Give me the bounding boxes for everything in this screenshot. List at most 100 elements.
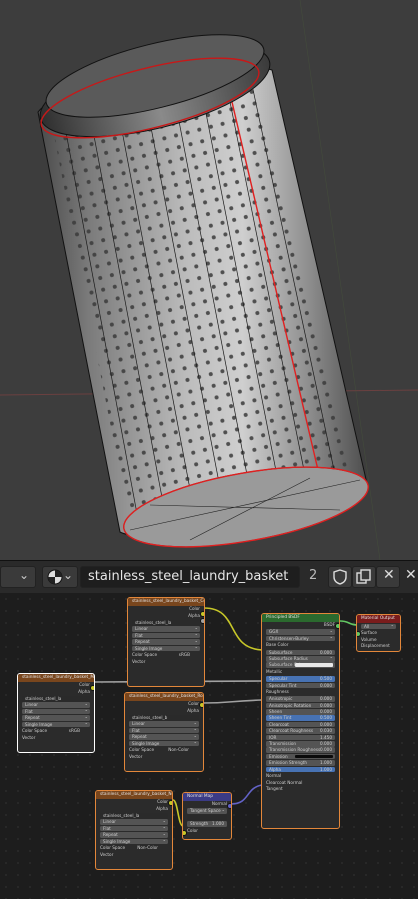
field-sheen-tint[interactable]: Sheen Tint 0.500 [266, 715, 335, 722]
extension-dropdown[interactable]: Repeat [132, 639, 200, 645]
node-header[interactable]: stainless_steel_laundry_basket_Metal.jpg [18, 674, 94, 682]
material-output-node[interactable]: Material Output All Surface Volume Displ… [356, 614, 401, 652]
socket-bsdf-out[interactable] [335, 623, 339, 629]
input-vector: Vector [129, 753, 143, 759]
image-selector[interactable]: stainless_steel_la [132, 619, 200, 626]
material-sphere-icon [47, 569, 63, 585]
material-slot-dropdown[interactable]: ⌄ [42, 566, 78, 588]
target-dropdown[interactable]: All [361, 623, 396, 630]
input-normal: Normal [266, 772, 282, 778]
material-name: stainless_steel_laundry_basket [88, 569, 289, 584]
fake-user-button[interactable] [328, 566, 352, 588]
input-metallic: Metallic [266, 668, 283, 674]
3d-viewport[interactable] [0, 0, 418, 560]
socket-color-out[interactable] [168, 800, 172, 806]
output-color: Color [79, 682, 90, 687]
colorspace-row[interactable]: Color Space sRGB [18, 728, 94, 735]
extension-dropdown[interactable]: Repeat [22, 715, 90, 721]
socket-alpha-out[interactable] [200, 618, 204, 624]
projection-dropdown[interactable]: Flat [100, 825, 168, 832]
source-dropdown[interactable]: Single Image [22, 721, 90, 728]
input-roughness: Roughness [266, 688, 289, 694]
projection-dropdown[interactable]: Flat [22, 708, 90, 715]
node-header[interactable]: Normal Map [183, 793, 231, 801]
field-clearcoat[interactable]: Clearcoat 0.000 [266, 721, 335, 728]
input-base-color: Base Color [266, 642, 289, 648]
image-texture-node-rough[interactable]: stainless_steel_laundry_basket_Rough.jpg… [124, 692, 204, 772]
field-clearcoat-roughness[interactable]: Clearcoat Roughness 0.030 [266, 728, 335, 734]
source-dropdown[interactable]: Single Image [100, 838, 168, 845]
node-editor-header: ⌄ ⌄ stainless_steel_laundry_basket 2 ✕ ✕ [0, 560, 418, 594]
image-texture-node-normal[interactable]: stainless_steel_laundry_basket_Normal.jp… [95, 790, 173, 870]
image-texture-node-color[interactable]: stainless_steel_laundry_basket_Co.jpg Co… [127, 597, 205, 687]
uv-map-selector[interactable] [187, 814, 227, 821]
node-header[interactable]: Material Output [357, 615, 400, 623]
image-selector[interactable]: stainless_steel_la [22, 695, 90, 702]
input-vector: Vector [22, 734, 36, 740]
extension-dropdown[interactable]: Repeat [129, 734, 199, 740]
field-ior[interactable]: IOR 1.450 [266, 734, 335, 741]
projection-dropdown[interactable]: Flat [132, 632, 200, 639]
interpolation-dropdown[interactable]: Linear [22, 702, 90, 708]
colorspace-row[interactable]: Color Space sRGB [128, 652, 204, 659]
output-normal: Normal [211, 801, 227, 806]
field-anisotropic[interactable]: Anisotropic 0.000 [266, 696, 335, 702]
pin-icon[interactable]: ✕ [405, 567, 417, 583]
strength-field[interactable]: Strength 1.000 [187, 821, 227, 827]
source-dropdown[interactable]: Single Image [129, 740, 199, 747]
socket-color-in[interactable] [183, 830, 187, 836]
interpolation-dropdown[interactable]: Linear [132, 626, 200, 632]
output-bsdf: BSDF [323, 622, 335, 627]
field-specular[interactable]: Specular 0.500 [266, 676, 335, 682]
field-subsurface-col[interactable]: Subsurface Col [266, 662, 335, 668]
source-dropdown[interactable]: Single Image [132, 645, 200, 652]
user-count: 2 [309, 568, 318, 583]
input-vector: Vector [100, 851, 114, 857]
unlink-material-button[interactable]: ✕ [376, 566, 400, 588]
field-subsurface[interactable]: Subsurface 0.000 [266, 649, 335, 656]
subsurface-method-dropdown[interactable]: Christensen-Burley [266, 635, 335, 642]
image-selector[interactable]: stainless_steel_la [100, 812, 168, 819]
link-rough-roughness [202, 699, 263, 704]
colorspace-row[interactable]: Color Space Non-Color [96, 845, 172, 852]
field-subsurface-radius[interactable]: Subsurface Radius [266, 655, 335, 662]
image-selector[interactable]: stainless_steel_b [129, 714, 199, 721]
field-anisotropic-rotation[interactable]: Anisotropic Rotation 0.000 [266, 702, 335, 709]
field-alpha[interactable]: Alpha 1.000 [266, 766, 335, 773]
user-count-button[interactable]: 2 [302, 566, 326, 588]
field-emission-strength[interactable]: Emission Strength 1.000 [266, 760, 335, 766]
shader-node-editor[interactable]: stainless_steel_laundry_basket_Co.jpg Co… [0, 593, 418, 899]
socket-color-out[interactable] [199, 702, 203, 708]
extension-dropdown[interactable]: Repeat [100, 832, 168, 838]
socket-normal-out[interactable] [227, 803, 231, 809]
interpolation-dropdown[interactable]: Linear [100, 819, 168, 825]
space-dropdown[interactable]: Tangent Space [187, 808, 227, 814]
color-swatch[interactable] [295, 663, 333, 667]
node-header[interactable]: stainless_steel_laundry_basket_Rough.jpg [125, 693, 203, 701]
principled-bsdf-node[interactable]: Principled BSDF BSDF GGX Christensen-Bur… [261, 613, 340, 829]
field-transmission[interactable]: Transmission 0.000 [266, 741, 335, 747]
image-texture-node-metal[interactable]: stainless_steel_laundry_basket_Metal.jpg… [17, 673, 95, 753]
projection-dropdown[interactable]: Flat [129, 727, 199, 734]
input-clearcoat-normal: Clearcoat Normal [266, 779, 303, 785]
interpolation-dropdown[interactable]: Linear [129, 721, 199, 727]
field-sheen[interactable]: Sheen 0.000 [266, 709, 335, 715]
material-name-field[interactable]: stainless_steel_laundry_basket [80, 566, 300, 588]
color-swatch[interactable] [295, 754, 333, 759]
distribution-dropdown[interactable]: GGX [266, 629, 335, 635]
input-surface: Surface [361, 630, 377, 636]
editor-type-dropdown[interactable]: ⌄ [0, 566, 36, 588]
socket-color-out[interactable] [90, 685, 94, 691]
node-header[interactable]: Principled BSDF [262, 614, 339, 622]
socket-color-out[interactable] [200, 611, 204, 617]
colorspace-row[interactable]: Color Space Non-Color [125, 747, 203, 754]
normal-map-node[interactable]: Normal Map Normal Tangent Space Strength… [182, 792, 232, 840]
node-header[interactable]: stainless_steel_laundry_basket_Co.jpg [128, 598, 204, 606]
field-specular-tint[interactable]: Specular Tint 0.000 [266, 682, 335, 689]
duplicate-material-button[interactable] [352, 566, 376, 588]
output-alpha: Alpha [156, 805, 168, 811]
node-header[interactable]: stainless_steel_laundry_basket_Normal.jp… [96, 791, 172, 799]
field-transmission-roughness[interactable]: Transmission Roughness 0.000 [266, 747, 335, 754]
input-vector: Vector [132, 658, 146, 664]
field-emission[interactable]: Emission [266, 753, 335, 760]
